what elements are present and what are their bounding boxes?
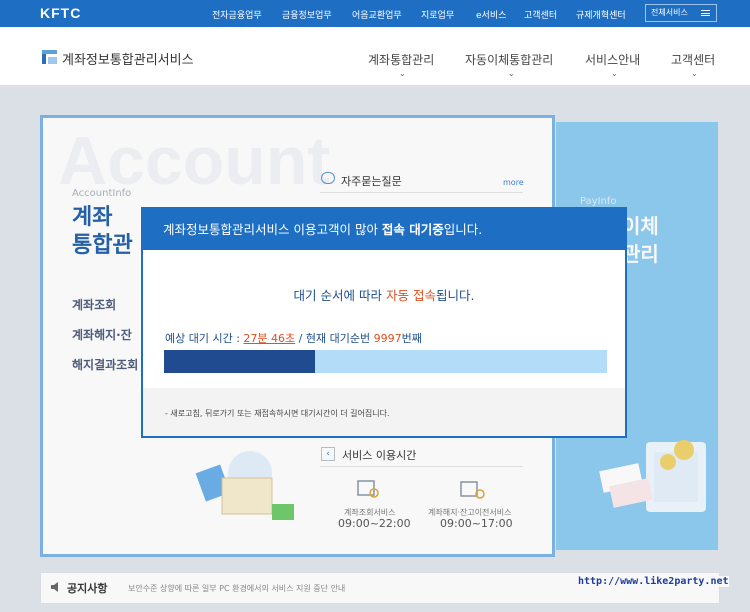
top-nav-link[interactable]: 금융정보업무 bbox=[282, 8, 332, 21]
modal-title-post: 입니다. bbox=[443, 222, 483, 237]
wait-info: 예상 대기 시간 : 27분 46초 / 현재 대기순번 9997번째 bbox=[165, 330, 422, 346]
top-nav-link[interactable]: 전자금융업무 bbox=[212, 8, 262, 21]
top-bar: KFTC 전자금융업무 금융정보업무 어음교환업무 지로업무 e서비스 고객센터… bbox=[0, 0, 750, 27]
modal-msg-post: 됩니다. bbox=[435, 288, 475, 303]
waiting-modal: 계좌정보통합관리서비스 이용고객이 많아 접속 대기중입니다. 대기 순서에 따… bbox=[141, 207, 627, 438]
main-menu-item[interactable]: 자동이체통합관리 bbox=[465, 51, 553, 68]
main-menu-item[interactable]: 계좌통합관리 bbox=[368, 51, 434, 68]
site-title[interactable]: 계좌정보통합관리서비스 bbox=[62, 49, 194, 68]
eta-suffix: 번째 bbox=[401, 332, 422, 345]
chevron-down-icon: ⌄ bbox=[508, 69, 515, 78]
top-nav-link[interactable]: 지로업무 bbox=[421, 8, 454, 21]
menu-icon bbox=[701, 10, 710, 16]
eta-prefix: 예상 대기 시간 : bbox=[165, 332, 244, 345]
chevron-down-icon: ⌄ bbox=[399, 69, 406, 78]
top-nav-link[interactable]: 고객센터 bbox=[524, 8, 557, 21]
top-nav-link[interactable]: 규제개혁센터 bbox=[576, 8, 626, 21]
modal-msg-highlight: 자동 접속 bbox=[385, 288, 436, 303]
modal-message: 대기 순서에 따라 자동 접속됩니다. bbox=[143, 285, 625, 304]
main-menu-item[interactable]: 서비스안내 bbox=[585, 51, 640, 68]
modal-msg-pre: 대기 순서에 따라 bbox=[293, 288, 386, 303]
wait-progress-fill bbox=[164, 350, 315, 373]
site-logo-icon[interactable] bbox=[42, 50, 57, 64]
top-nav-link[interactable]: e서비스 bbox=[476, 8, 506, 21]
chevron-down-icon: ⌄ bbox=[611, 69, 618, 78]
modal-title-pre: 계좌정보통합관리서비스 이용고객이 많아 bbox=[163, 222, 382, 237]
main-menu-item[interactable]: 고객센터 bbox=[671, 51, 715, 68]
modal-title-bold: 접속 대기중 bbox=[381, 222, 444, 237]
wait-progress-bar bbox=[164, 350, 607, 373]
site-header: 계좌정보통합관리서비스 계좌통합관리 ⌄ 자동이체통합관리 ⌄ 서비스안내 ⌄ … bbox=[0, 27, 750, 86]
modal-note: - 새로고침, 뒤로가기 또는 재접속하시면 대기시간이 더 길어집니다. bbox=[165, 409, 390, 418]
kftc-logo[interactable]: KFTC bbox=[40, 5, 81, 21]
queue-number: 9997 bbox=[373, 332, 402, 345]
top-nav-link[interactable]: 어음교환업무 bbox=[352, 8, 402, 21]
all-services-button[interactable]: 전체서비스 bbox=[645, 4, 717, 22]
chevron-down-icon: ⌄ bbox=[691, 69, 698, 78]
modal-header: 계좌정보통합관리서비스 이용고객이 많아 접속 대기중입니다. bbox=[143, 209, 625, 250]
all-services-label: 전체서비스 bbox=[651, 8, 688, 17]
eta-time: 27분 46초 bbox=[243, 332, 296, 345]
eta-mid: / 현재 대기순번 bbox=[295, 332, 374, 345]
